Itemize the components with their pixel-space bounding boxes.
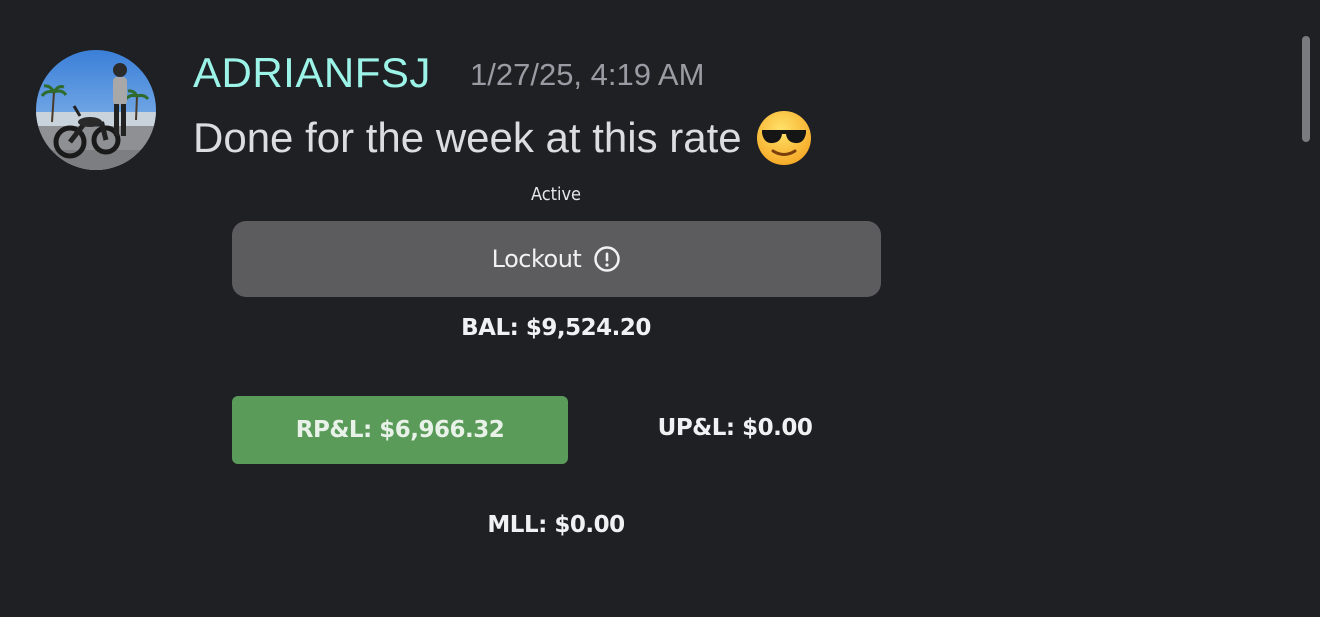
message-timestamp: 1/27/25, 4:19 AM [470,57,705,92]
message-content: Done for the week at this rate [193,110,812,166]
lockout-button[interactable]: Lockout [232,221,881,297]
username[interactable]: ADRIANFSJ [193,48,431,98]
unrealized-pnl-value: UP&L: $0.00 [657,415,813,441]
balance-value: BAL: $9,524.20 [461,315,651,341]
smiling-face-with-sunglasses-icon [756,110,812,166]
scrollbar[interactable] [1302,36,1310,142]
account-status: Active [530,184,582,205]
realized-pnl-label: RP&L: $6,966.32 [295,417,505,443]
mll-value: MLL: $0.00 [487,512,625,538]
lockout-label: Lockout [491,245,582,273]
avatar-image [36,50,156,170]
avatar[interactable] [36,50,156,170]
alert-circle-icon [593,245,621,273]
message-text: Done for the week at this rate [193,114,742,161]
realized-pnl-button[interactable]: RP&L: $6,966.32 [232,396,568,464]
